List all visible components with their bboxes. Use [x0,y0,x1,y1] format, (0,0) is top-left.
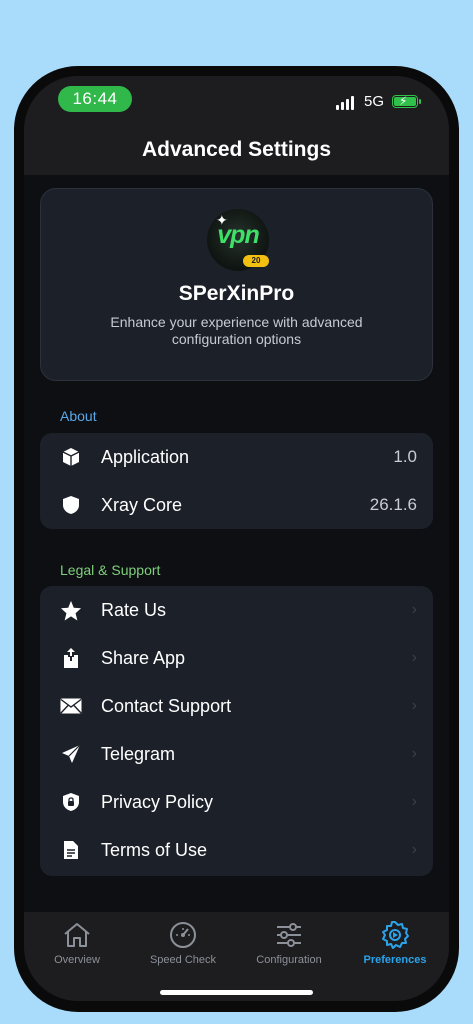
lock-shield-icon [60,791,82,813]
chevron-right-icon: › [411,793,417,810]
chevron-right-icon: › [411,649,417,666]
chevron-right-icon: › [411,745,417,762]
row-label: Contact Support [101,695,232,716]
shield-icon [60,494,82,516]
row-value: 26.1.6 [369,495,417,514]
row-contact-support[interactable]: Contact Support › [40,682,433,730]
chevron-right-icon: › [411,601,417,618]
app-screen: 16:44 5G ⚡ Advanced Settings ✦ vpn 20 SP… [24,76,449,1001]
tab-speed-check[interactable]: Speed Check [130,918,236,966]
section-label-about: About [60,408,97,424]
star-icon [60,599,82,621]
signal-icon [336,96,354,110]
status-time: 16:44 [58,86,132,112]
row-terms-of-use[interactable]: Terms of Use › [40,826,433,874]
about-group: Application 1.0 Xray Core 26.1.6 [40,433,433,529]
row-value: 1.0 [393,447,417,466]
row-label: Xray Core [101,494,183,515]
battery-tip [419,99,421,104]
chevron-right-icon: › [411,697,417,714]
app-logo: ✦ vpn 20 [207,209,269,271]
row-application[interactable]: Application 1.0 [40,433,433,481]
section-label-legal: Legal & Support [60,562,161,578]
row-xray-core[interactable]: Xray Core 26.1.6 [40,481,433,529]
app-description: Enhance your experience with advanced co… [110,314,363,347]
home-indicator[interactable] [160,990,313,995]
logo-text: vpn [217,221,259,249]
row-privacy-policy[interactable]: Privacy Policy › [40,778,433,826]
home-icon [24,918,130,952]
speedometer-icon [130,918,236,952]
row-label: Privacy Policy [101,791,214,812]
status-bar: 16:44 5G ⚡ [24,76,449,120]
tab-label: Configuration [256,954,322,966]
battery-icon: ⚡ [392,94,418,108]
row-label: Share App [101,647,186,668]
row-label: Rate Us [101,599,167,620]
chevron-right-icon: › [411,841,417,858]
cube-icon [60,446,82,468]
row-label: Application [101,446,190,467]
tab-preferences[interactable]: Preferences [342,918,448,966]
page-title: Advanced Settings [24,120,449,175]
app-name: SPerXinPro [178,282,295,305]
sliders-icon [236,918,342,952]
paper-plane-icon [60,743,82,765]
row-rate-us[interactable]: Rate Us › [40,586,433,634]
envelope-icon [60,695,82,717]
row-share-app[interactable]: Share App › [40,634,433,682]
network-type: 5G [364,93,385,110]
tab-overview[interactable]: Overview [24,918,130,966]
tab-label: Preferences [363,954,427,966]
logo-badge: 20 [243,255,269,267]
tab-label: Speed Check [149,954,217,966]
tab-configuration[interactable]: Configuration [236,918,342,966]
share-icon [60,647,82,669]
row-label: Terms of Use [101,839,208,860]
document-icon [60,839,82,861]
tab-label: Overview [54,954,100,966]
tab-bar: Overview Speed Check Configuration Prefe… [24,912,449,1001]
gear-icon [342,918,448,952]
row-label: Telegram [101,743,176,764]
row-telegram[interactable]: Telegram › [40,730,433,778]
legal-support-group: Rate Us › Share App › Contact Support › … [40,586,433,876]
app-info-card: ✦ vpn 20 SPerXinPro Enhance your experie… [40,188,433,381]
